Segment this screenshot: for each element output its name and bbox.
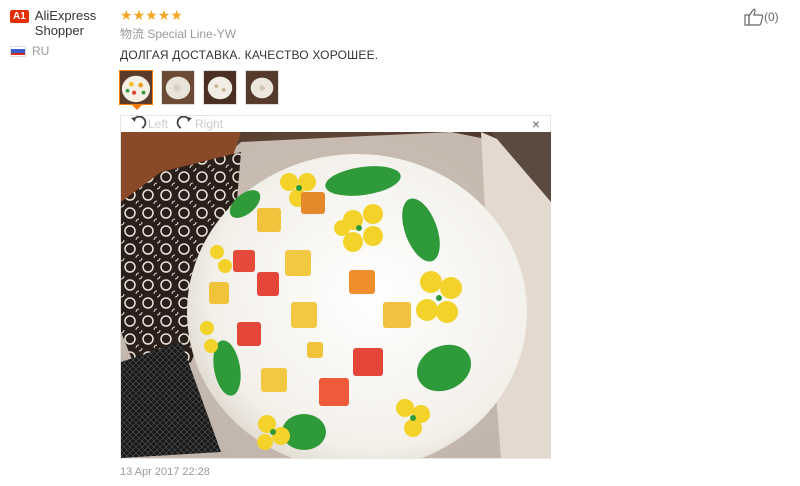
photo-viewer: Left Right × — [120, 115, 551, 459]
thumbnail-1[interactable] — [119, 70, 153, 105]
review-photo — [121, 132, 551, 458]
thumbnail-3[interactable] — [203, 70, 237, 105]
country-code: RU — [32, 44, 50, 58]
review-date: 13 Apr 2017 22:28 — [120, 466, 210, 478]
cake-photo — [121, 132, 551, 458]
review-text: ДОЛГАЯ ДОСТАВКА. КАЧЕСТВО ХОРОШЕЕ. — [120, 48, 379, 62]
russia-flag-icon — [10, 45, 26, 57]
star-icon: ★ — [132, 7, 146, 23]
cake-photo-thumbnail — [246, 71, 278, 104]
rotate-left-button[interactable]: Left — [129, 116, 168, 132]
star-icon: ★ — [157, 7, 171, 23]
cake-photo-thumbnail — [204, 71, 236, 104]
star-icon: ★ — [145, 7, 158, 23]
thumbs-up-icon — [744, 8, 764, 26]
photo-thumbnails — [119, 70, 287, 105]
cake-photo-thumbnail — [120, 71, 152, 104]
helpful-count: (0) — [764, 10, 779, 24]
rotate-left-icon — [131, 116, 147, 129]
star-rating: ★ ★ ★ ★ ★ — [120, 8, 183, 23]
reviewer-info: A1 AliExpress Shopper RU — [10, 8, 110, 58]
buyer-level-badge: A1 — [10, 10, 29, 23]
reviewer-line: A1 AliExpress Shopper — [10, 8, 110, 38]
cake-photo-thumbnail — [162, 71, 194, 104]
close-viewer-button[interactable]: × — [532, 116, 540, 132]
rotate-right-button[interactable]: Right — [176, 116, 223, 132]
reviewer-name[interactable]: AliExpress Shopper — [35, 8, 110, 38]
star-icon: ★ — [170, 7, 183, 23]
thumbnail-2[interactable] — [161, 70, 195, 105]
star-icon: ★ — [120, 7, 133, 23]
active-thumbnail-pointer — [131, 104, 143, 110]
viewer-toolbar: Left Right × — [121, 116, 550, 132]
thumbnail-4[interactable] — [245, 70, 279, 105]
shipping-method: 物流 Special Line-YW — [120, 27, 237, 41]
rotate-right-icon — [176, 116, 193, 129]
rotate-left-label: Left — [148, 117, 169, 131]
rotate-right-label: Right — [195, 117, 224, 131]
helpful-button[interactable]: (0) — [744, 8, 779, 26]
reviewer-country: RU — [10, 44, 110, 58]
